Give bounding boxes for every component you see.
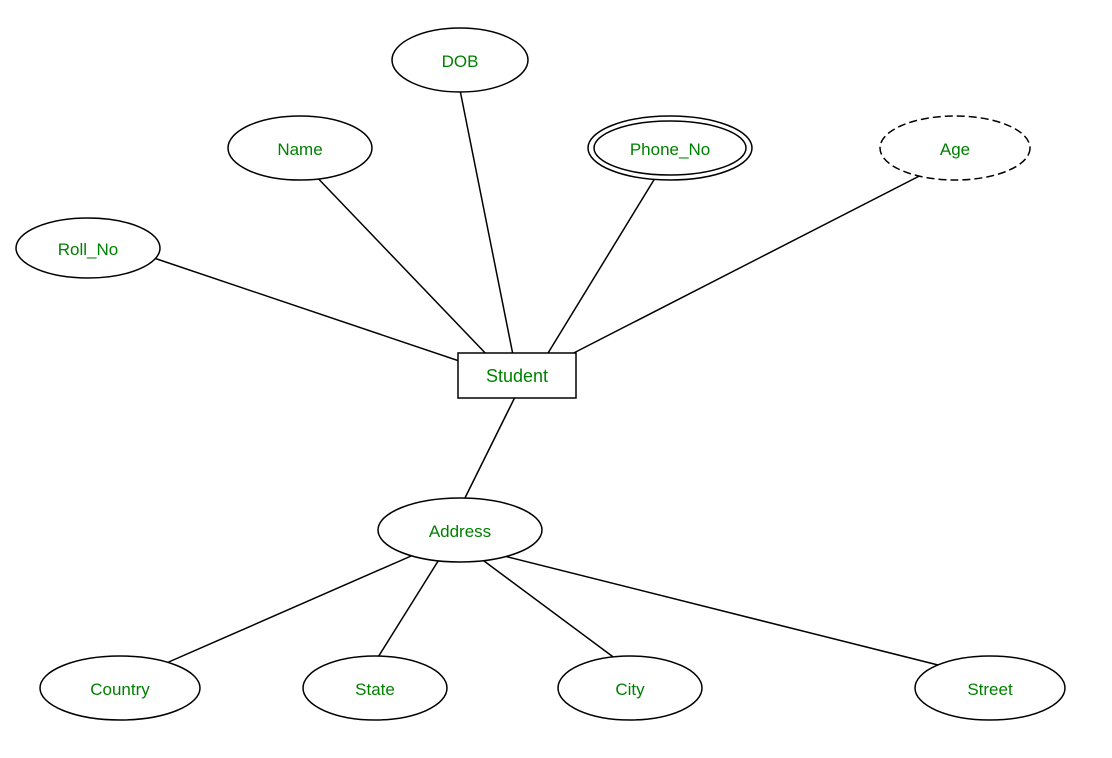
- city-label: City: [615, 680, 645, 699]
- age-label: Age: [940, 140, 970, 159]
- dob-label: DOB: [442, 52, 479, 71]
- name-label: Name: [277, 140, 322, 159]
- country-label: Country: [90, 680, 150, 699]
- address-label: Address: [429, 522, 491, 541]
- street-label: Street: [967, 680, 1013, 699]
- student-label: Student: [486, 366, 548, 386]
- phone-no-label: Phone_No: [630, 140, 710, 159]
- roll-no-label: Roll_No: [58, 240, 118, 259]
- state-label: State: [355, 680, 395, 699]
